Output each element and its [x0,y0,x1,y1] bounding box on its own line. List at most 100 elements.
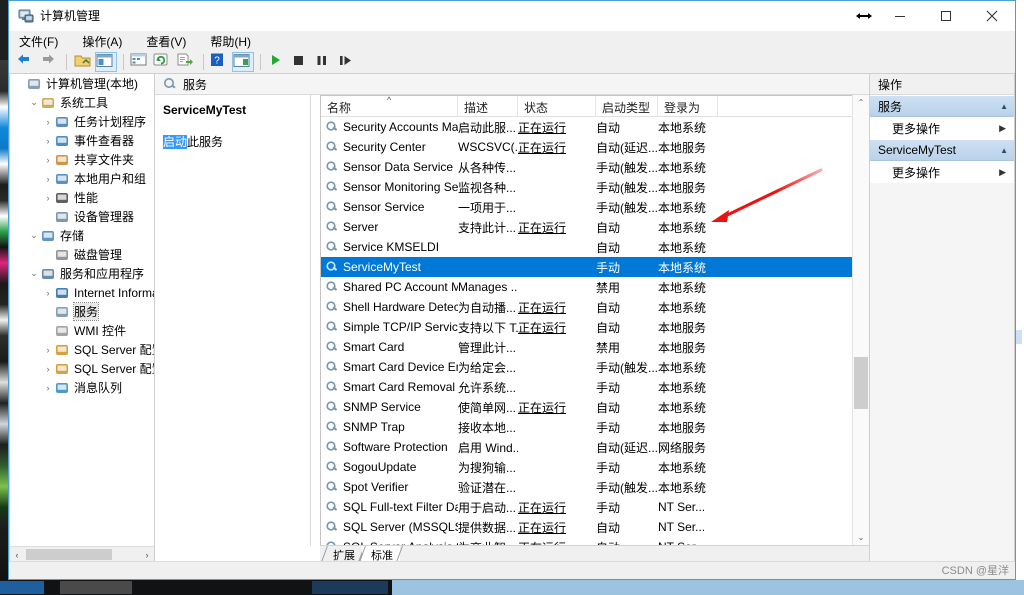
scroll-right-arrow[interactable]: › [140,550,154,560]
table-row[interactable]: SogouUpdate 为搜狗输... 手动 本地系统 [321,457,869,477]
start-service-link[interactable]: 启动此服务 [163,133,302,150]
scroll-up-arrow[interactable]: ⌃ [853,95,869,111]
table-row[interactable]: SNMP Trap 接收本地... 手动 本地服务 [321,417,869,437]
show-hide-tree-icon[interactable] [95,52,117,72]
table-row[interactable]: SNMP Service 使简单网... 正在运行 自动 本地系统 [321,397,869,417]
start-service-icon[interactable] [266,52,288,72]
tree-item-15[interactable]: › SQL Server 配置管理器 [10,359,155,378]
table-row[interactable]: Security Accounts Manag...启动此服...正在运行 自动 本… [321,117,869,137]
services-list-header[interactable]: 名称 ^ 描述 状态 启动类型 登录为 [321,96,869,117]
stop-service-icon[interactable] [289,52,311,72]
table-row[interactable]: Sensor Monitoring Service监视各种... 手动(触发...… [321,177,869,197]
column-header-status[interactable]: 状态 [518,96,596,116]
restart-service-icon[interactable] [335,52,357,72]
tree-horizontal-scrollbar[interactable]: ‹ › [10,546,154,562]
tree-item-12[interactable]: 服务 [10,302,154,321]
table-row[interactable]: Sensor Service 一项用于... 手动(触发... 本地系统 [321,197,869,217]
chevron-down-icon[interactable]: ⌄ [28,230,40,241]
actions-group-servicemytest[interactable]: ServiceMyTest ▲ [870,139,1014,161]
table-row[interactable]: SQL Server (MSSQLSERV...提供数据...正在运行 自动 NT … [321,517,869,537]
table-row[interactable]: Security Center WSCSVC(...正在运行 自动(延迟...本地服… [321,137,869,157]
tree-item-13[interactable]: WMI 控件 [10,321,154,340]
menu-help[interactable]: 帮助(H) [208,31,261,52]
services-vertical-scrollbar[interactable]: ⌃ ⌄ [852,95,869,546]
tree-item-5[interactable]: › 本地用户和组 [10,169,154,188]
export-list-icon[interactable] [129,52,151,72]
chevron-down-icon[interactable]: ⌄ [28,97,40,108]
tree-item-3[interactable]: › 事件查看器 [10,131,154,150]
computer-icon [26,76,42,92]
cell-status: 正在运行 [518,520,567,535]
column-header-startup[interactable]: 启动类型 [596,96,658,116]
pause-service-icon[interactable] [312,52,334,72]
menu-view[interactable]: 查看(V) [144,31,196,52]
column-header-name[interactable]: 名称 ^ [321,96,458,116]
tree-item-6[interactable]: › 性能 [10,188,154,207]
tree-item-8[interactable]: ⌄ 存储 [10,226,154,245]
chevron-right-icon[interactable]: › [42,364,54,374]
chevron-up-icon[interactable]: ▲ [1000,146,1008,155]
column-header-description[interactable]: 描述 [458,96,518,116]
chevron-down-icon[interactable]: ⌄ [28,268,40,279]
console-tree-pane[interactable]: 计算机管理(本地) ⌄ 系统工具 › 任务计划程序 › 事件查看器 › 共享文件夹 › 本地用户和组… [9,73,155,563]
chevron-right-icon[interactable]: › [42,383,54,393]
scroll-thumb[interactable] [854,357,868,409]
table-row[interactable]: Smart Card Removal Poli...允许系统... 手动 本地系统 [321,377,869,397]
services-list[interactable]: 名称 ^ 描述 状态 启动类型 登录为 Security Accounts Ma… [320,95,869,546]
show-action-pane-icon[interactable] [232,52,254,72]
table-row[interactable]: Simple TCP/IP Services支持以下 T...正在运行 自动 本地服… [321,317,869,337]
start-link-text[interactable]: 启动 [163,135,188,149]
chevron-right-icon[interactable]: › [42,193,54,203]
refresh-icon[interactable] [152,52,174,72]
table-row[interactable]: Smart Card 管理此计... 禁用 本地服务 [321,337,869,357]
action-more-actions-servicemytest[interactable]: 更多操作 ▶ [870,161,1014,183]
table-row[interactable]: Service KMSELDI 自动 本地系统 [321,237,869,257]
scroll-left-arrow[interactable]: ‹ [10,550,24,560]
table-row[interactable]: Software Protection 启用 Wind... 自动(延迟... 网络服… [321,437,869,457]
tree-item-7[interactable]: 设备管理器 [10,207,154,226]
table-row[interactable]: Sensor Data Service 从各种传... 手动(触发... 本地系统 [321,157,869,177]
action-more-actions-services[interactable]: 更多操作 ▶ [870,117,1014,139]
table-row[interactable]: Shared PC Account Mana...Manages ... 禁用 本地… [321,277,869,297]
chevron-right-icon[interactable]: › [42,136,54,146]
column-header-logon[interactable]: 登录为 [658,96,718,116]
table-row[interactable]: Spot Verifier 验证潜在... 手动(触发... 本地系统 [321,477,869,497]
tree-item-2[interactable]: › 任务计划程序 [10,112,154,131]
tree-item-1[interactable]: ⌄ 系统工具 [10,93,154,112]
tree-item-0[interactable]: 计算机管理(本地) [10,74,154,93]
scroll-down-arrow[interactable]: ⌄ [853,530,869,546]
export-icon[interactable] [175,52,197,72]
table-row[interactable]: Smart Card Device Enum...为给定会... 手动(触发...… [321,357,869,377]
tree-item-11[interactable]: › Internet Information S [10,283,155,302]
tree-item-4[interactable]: › 共享文件夹 [10,150,154,169]
menu-file[interactable]: 文件(F) [17,31,68,52]
table-row[interactable]: Server 支持此计... 正在运行 自动 本地系统 [321,217,869,237]
back-arrow-icon[interactable] [15,52,37,72]
table-row[interactable]: SQL Full-text Filter Daem...用于启动...正在运行 手… [321,497,869,517]
minimize-button[interactable] [877,1,923,30]
chevron-right-icon[interactable]: › [42,117,54,127]
table-row[interactable]: ServiceMyTest 手动 本地系统 [321,257,869,277]
table-row[interactable]: Shell Hardware Detection为自动播...正在运行 自动 本地系… [321,297,869,317]
chevron-right-icon[interactable]: › [42,345,54,355]
tree-item-14[interactable]: › SQL Server 配置管理器 [10,340,155,359]
chevron-right-icon[interactable]: › [42,288,54,298]
actions-group-services[interactable]: 服务 ▲ [870,95,1014,117]
maximize-button[interactable] [923,1,969,30]
help-icon[interactable]: ? [209,52,231,72]
close-button[interactable] [969,1,1015,30]
up-folder-icon[interactable] [72,52,94,72]
desktop-taskbar[interactable] [0,580,1024,595]
cell-name: SogouUpdate [321,460,458,474]
chevron-up-icon[interactable]: ▲ [1000,102,1008,111]
scroll-thumb[interactable] [26,549,112,560]
chevron-right-icon[interactable]: › [42,155,54,165]
tree-item-16[interactable]: › 消息队列 [10,378,154,397]
tree-item-10[interactable]: ⌄ 服务和应用程序 [10,264,154,283]
chevron-right-icon[interactable]: › [42,174,54,184]
forward-arrow-icon[interactable] [38,52,60,72]
cell-description: WSCSVC(... [458,140,518,154]
menu-action[interactable]: 操作(A) [80,31,132,52]
cell-name-text: Simple TCP/IP Services [343,320,458,334]
tree-item-9[interactable]: 磁盘管理 [10,245,154,264]
